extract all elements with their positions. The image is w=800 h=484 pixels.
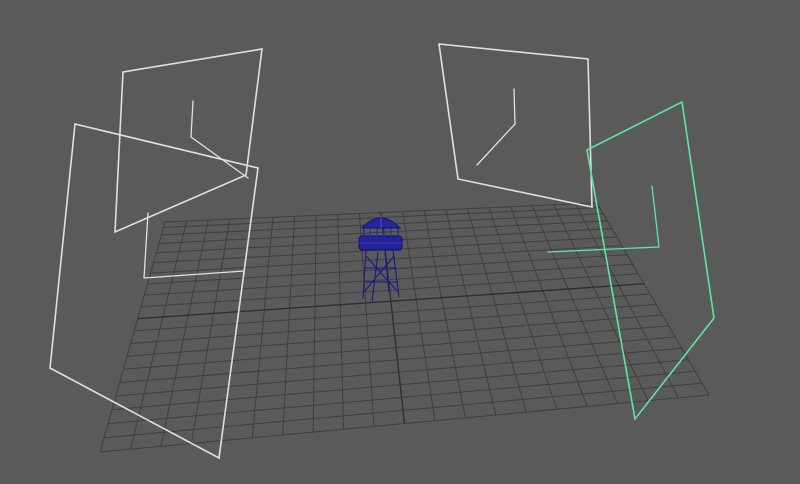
tower-brace-3: [365, 255, 399, 293]
grid-line-depth: [445, 209, 497, 416]
grid-line-depth: [337, 214, 345, 430]
3d-viewport[interactable]: [0, 0, 800, 484]
grid-line-width: [107, 370, 696, 425]
grid-line-depth: [402, 211, 436, 421]
camera-1-frame[interactable]: [114, 48, 263, 234]
grid-line-width: [123, 325, 669, 370]
grid-line-depth: [99, 221, 166, 453]
grid-line-width: [127, 314, 663, 357]
grid-line-depth: [190, 219, 231, 444]
grid-line-depth: [466, 208, 527, 413]
grid-line-width: [103, 382, 703, 439]
grid-line-depth: [251, 217, 274, 438]
tower-leg-4: [384, 251, 390, 293]
grid-line-depth: [553, 204, 649, 401]
camera-3-path: [476, 88, 516, 166]
viewport-canvas[interactable]: [0, 0, 800, 484]
grid-line-depth: [282, 216, 296, 435]
camera-gizmo-1[interactable]: [114, 48, 263, 234]
grid-line-depth: [312, 215, 317, 433]
grid-line-width: [115, 347, 682, 397]
camera-2-frame[interactable]: [49, 123, 259, 460]
camera-3-frame[interactable]: [438, 43, 593, 208]
grid-line-width: [111, 359, 689, 411]
grid-line-width: [130, 303, 657, 344]
grid-line-width: [119, 336, 676, 384]
grid-line-depth: [160, 219, 209, 447]
grid-line-width: [137, 283, 645, 320]
grid-line-depth: [574, 203, 679, 399]
camera-1-path: [190, 100, 249, 179]
camera-gizmo-2[interactable]: [49, 123, 259, 460]
camera-gizmo-3[interactable]: [438, 43, 593, 208]
grid-line-width: [134, 293, 651, 332]
ground-grid: [99, 202, 710, 453]
grid-line-depth: [423, 210, 466, 418]
